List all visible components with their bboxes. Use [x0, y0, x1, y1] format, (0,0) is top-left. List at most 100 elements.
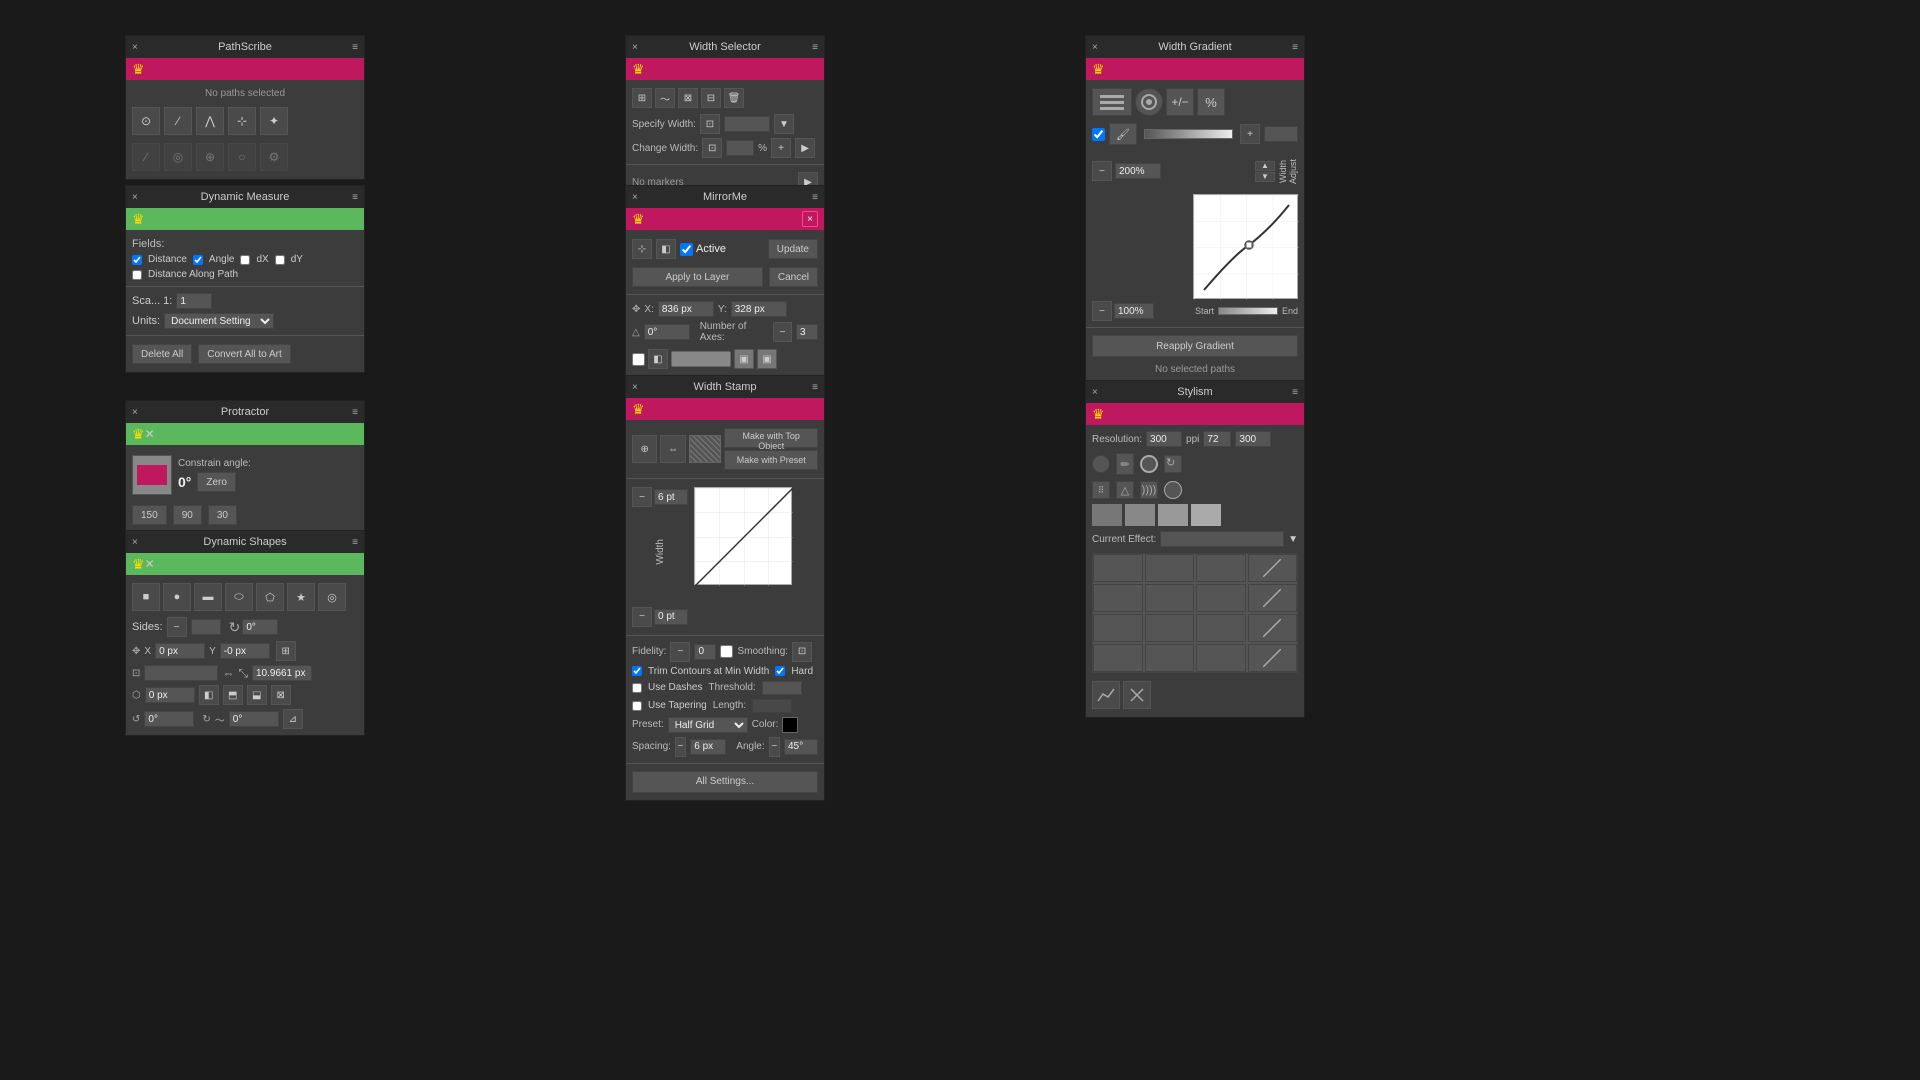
wst-spacing-decr[interactable]: − [675, 737, 686, 757]
wst-all-settings[interactable]: All Settings... [632, 771, 818, 793]
wst-fid-input[interactable] [694, 644, 716, 660]
styl-icon-circle2[interactable] [1164, 481, 1182, 499]
ds-flip-d[interactable]: ⬓ [247, 685, 267, 705]
prot-zero-btn[interactable]: Zero [197, 472, 236, 492]
ds-sides-decr[interactable]: − [167, 617, 187, 637]
eg-cell-4-4[interactable] [1248, 644, 1298, 672]
wg-zoom-decr[interactable]: − [1092, 161, 1112, 181]
ds-y-input[interactable] [220, 643, 270, 659]
prot-close[interactable]: × [132, 407, 138, 418]
wg-menu[interactable]: ≡ [1292, 42, 1298, 53]
styl-icon-triangle[interactable]: △ [1116, 481, 1134, 499]
styl-swatch4[interactable] [1191, 504, 1221, 526]
mm-close[interactable]: × [632, 192, 638, 203]
pathscribe-menu[interactable]: ≡ [352, 42, 358, 53]
ws-tool3[interactable]: ⊠ [678, 88, 698, 108]
mm-color2[interactable]: ▣ [757, 349, 777, 369]
styl-menu[interactable]: ≡ [1292, 387, 1298, 398]
wg-gradient-chart[interactable] [1193, 194, 1298, 299]
styl-swatch1[interactable] [1092, 504, 1122, 526]
wg-plusminus-icon[interactable]: +/− [1166, 88, 1194, 116]
shape-square[interactable]: ■ [132, 583, 160, 611]
ds-angle2-input[interactable] [229, 711, 279, 727]
mm-axis-icon[interactable]: ⊹ [632, 239, 652, 259]
ws-change-plus[interactable]: + [771, 138, 791, 158]
tool-wave[interactable]: ◎ [164, 143, 192, 171]
ws-change-icon[interactable]: ⊡ [702, 138, 722, 158]
ds-menu[interactable]: ≡ [352, 537, 358, 548]
mm-y-input[interactable] [731, 301, 787, 317]
wg-gradient-slider[interactable] [1144, 129, 1233, 139]
tool-circle[interactable]: ⊙ [132, 107, 160, 135]
eg-cell-1-2[interactable] [1145, 554, 1195, 582]
ds-width-input[interactable]: 141.7323 px [144, 665, 218, 681]
pathscribe-close[interactable]: × [132, 42, 138, 53]
prot-menu[interactable]: ≡ [352, 407, 358, 418]
ws-tool4[interactable]: ⊟ [701, 88, 721, 108]
ws-specify-icon[interactable]: ⊡ [700, 114, 720, 134]
shape-rect[interactable]: ▬ [194, 583, 222, 611]
wst-stamp-icon[interactable]: ⊕ [632, 435, 657, 463]
mm-update-btn[interactable]: Update [768, 239, 818, 259]
ws-specify-arrow[interactable]: ▼ [774, 114, 794, 134]
tool-anchor[interactable]: ⋀ [196, 107, 224, 135]
wst-angle-decr[interactable]: − [769, 737, 780, 757]
shape-star2[interactable]: ★ [287, 583, 315, 611]
wst-dashes-check[interactable] [632, 683, 642, 693]
mm-extra-check[interactable] [632, 353, 645, 366]
dm-scale-input[interactable] [176, 293, 212, 309]
styl-icon-ring[interactable] [1140, 455, 1158, 473]
ws-tool2[interactable]: 〜 [655, 88, 675, 108]
ds-angle1-input[interactable] [144, 711, 194, 727]
ds-last-icon[interactable]: ⊿ [283, 709, 303, 729]
ds-rotation-input[interactable] [145, 687, 195, 703]
styl-chart-icon[interactable] [1092, 681, 1120, 709]
eg-cell-2-4[interactable] [1248, 584, 1298, 612]
dm-dy-check[interactable] [275, 255, 285, 265]
mm-cancel[interactable]: Cancel [769, 267, 818, 287]
wst-taper-check[interactable] [632, 701, 642, 711]
shape-ring2[interactable]: ◎ [318, 583, 346, 611]
ws-change-input[interactable] [726, 140, 754, 156]
ds-flip-v[interactable]: ⬒ [223, 685, 243, 705]
styl-icon-dots[interactable]: ⠿ [1092, 481, 1110, 499]
wg-zoom2-decr[interactable]: − [1092, 301, 1112, 321]
wst-link-icon[interactable]: ⇔ [660, 435, 685, 463]
shape-poly[interactable]: ⬠ [256, 583, 284, 611]
ws-close[interactable]: × [632, 42, 638, 53]
ds-height-input[interactable] [252, 665, 312, 681]
tool-loop[interactable]: ⊕ [196, 143, 224, 171]
styl-effect-input[interactable] [1160, 531, 1284, 547]
tool-star[interactable]: ✦ [260, 107, 288, 135]
wg-close[interactable]: × [1092, 42, 1098, 53]
mm-close-btn[interactable]: × [802, 211, 818, 227]
eg-cell-3-2[interactable] [1145, 614, 1195, 642]
wg-bars-icon[interactable] [1092, 88, 1132, 116]
tool-ring[interactable]: ○ [228, 143, 256, 171]
wst-close[interactable]: × [632, 382, 638, 393]
wst-trim-check[interactable] [632, 666, 642, 676]
styl-icon-circle1[interactable] [1092, 455, 1110, 473]
ws-specify-input[interactable] [724, 116, 770, 132]
eg-cell-1-1[interactable] [1093, 554, 1143, 582]
eg-cell-3-3[interactable] [1196, 614, 1246, 642]
wst-pt-input[interactable] [654, 489, 688, 505]
wst-pt2-decr[interactable]: − [632, 607, 652, 627]
mm-angle-input[interactable] [644, 324, 690, 340]
wst-spacing-input[interactable] [690, 739, 726, 755]
eg-cell-1-4[interactable] [1248, 554, 1298, 582]
prot-btn-150[interactable]: 150 [132, 505, 167, 525]
wst-color-swatch[interactable] [782, 717, 798, 733]
dm-angle-check[interactable] [193, 255, 203, 265]
wg-start-end-bar[interactable] [1218, 307, 1278, 315]
mm-active-check[interactable] [680, 243, 693, 256]
dm-dap-check[interactable] [132, 270, 142, 280]
dm-menu[interactable]: ≡ [352, 192, 358, 203]
wst-hard-check[interactable] [775, 666, 785, 676]
wg-zoom2-input[interactable] [1114, 303, 1154, 319]
wg-value-input[interactable]: 4.6 [1264, 126, 1298, 142]
eg-cell-2-1[interactable] [1093, 584, 1143, 612]
wg-pct-icon[interactable]: % [1197, 88, 1225, 116]
wst-preset-select[interactable]: Half Grid [668, 717, 748, 733]
styl-expand-icon[interactable] [1123, 681, 1151, 709]
